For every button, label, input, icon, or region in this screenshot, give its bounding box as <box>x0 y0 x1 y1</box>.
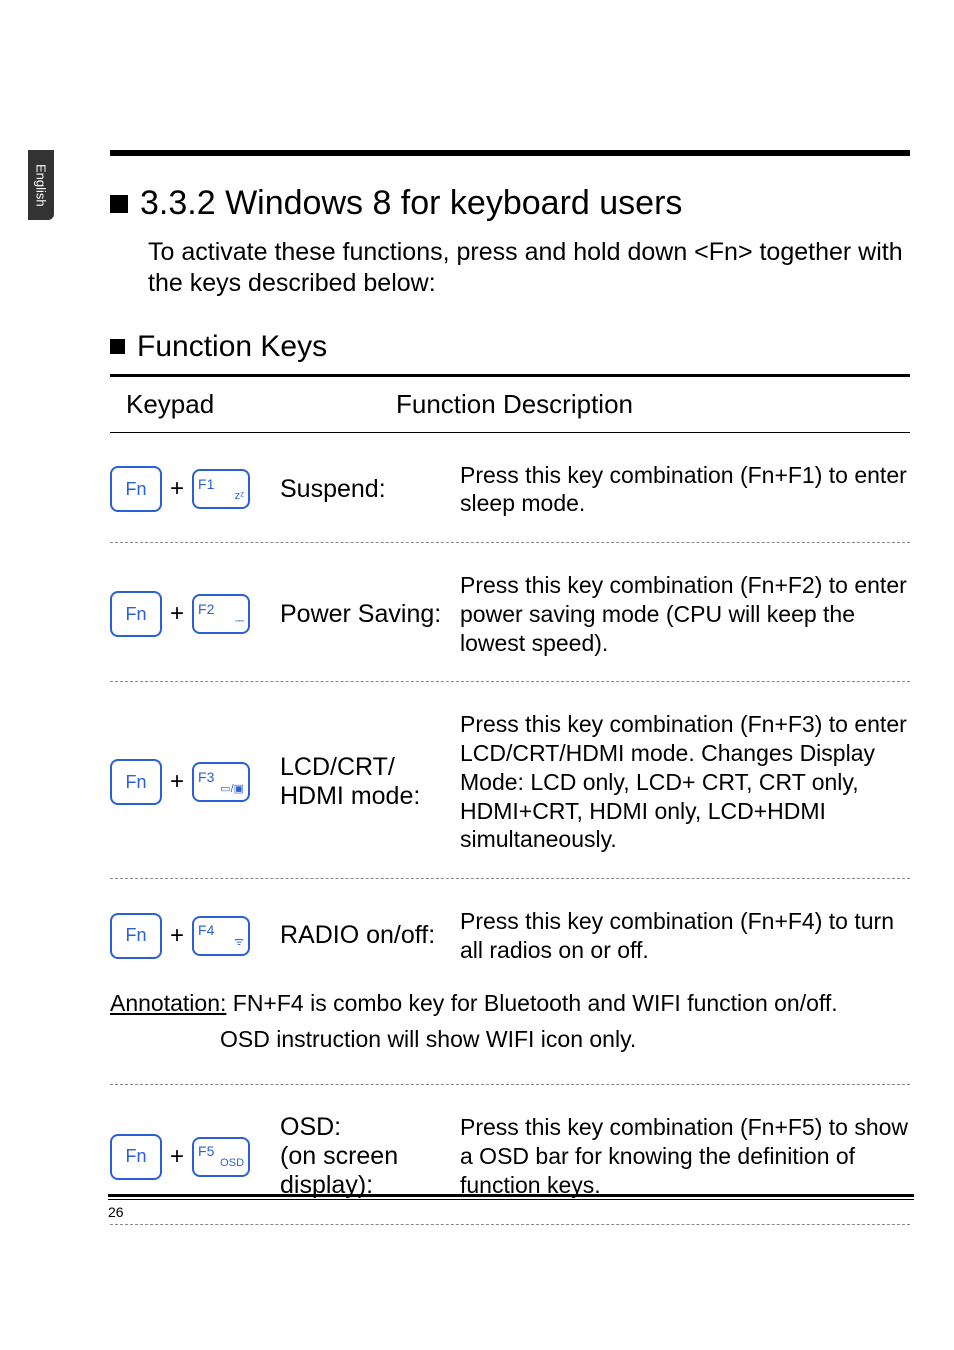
function-desc: Press this key combination (Fn+F5) to sh… <box>460 1113 910 1199</box>
plus-icon: + <box>170 1143 184 1171</box>
key-label-top: F4 <box>198 923 214 937</box>
table-row: Fn + F2 ⎓ Power Saving: Press this key c… <box>110 543 910 682</box>
footer-rule-icon <box>108 1194 914 1197</box>
annotation-block: Annotation: FN+F4 is combo key for Bluet… <box>110 975 910 1086</box>
key-label-top: F1 <box>198 477 214 491</box>
function-name: Power Saving: <box>280 600 460 629</box>
fn-key-icon: Fn <box>110 759 162 805</box>
table-header-row: Keypad Function Description <box>110 374 910 433</box>
table-row: Fn + F1 zᶻ Suspend: Press this key combi… <box>110 433 910 544</box>
function-name: RADIO on/off: <box>280 921 460 950</box>
annotation-line1: FN+F4 is combo key for Bluetooth and WIF… <box>233 990 838 1016</box>
table-row: Fn + F4 ᯤ RADIO on/off: Press this key c… <box>110 879 910 975</box>
function-name: OSD: (on screen display): <box>280 1113 460 1200</box>
f2-key-icon: F2 ⎓ <box>192 594 250 634</box>
section-title: Windows 8 for keyboard users <box>225 184 682 222</box>
function-desc: Press this key combination (Fn+F1) to en… <box>460 461 910 519</box>
plus-icon: + <box>170 768 184 796</box>
function-desc: Press this key combination (Fn+F4) to tu… <box>460 907 910 965</box>
top-rule <box>110 150 910 156</box>
col-header-keypad: Keypad <box>116 389 396 420</box>
annotation-line2: OSD instruction will show WIFI icon only… <box>220 1021 910 1058</box>
fn-key-icon: Fn <box>110 1134 162 1180</box>
intro-text: To activate these functions, press and h… <box>148 237 910 300</box>
keypad-cell: Fn + F4 ᯤ <box>110 913 280 959</box>
keypad-cell: Fn + F3 ▭/▣ <box>110 759 280 805</box>
page-number: 26 <box>108 1204 914 1220</box>
sub-heading: Function Keys <box>110 330 910 364</box>
fn-key-icon: Fn <box>110 913 162 959</box>
sub-title: Function Keys <box>137 330 327 364</box>
plus-icon: + <box>170 922 184 950</box>
fn-key-icon: Fn <box>110 466 162 512</box>
main-content: 3.3.2 Windows 8 for keyboard users To ac… <box>110 150 910 1225</box>
footer-rule-icon <box>108 1199 914 1200</box>
plus-icon: + <box>170 600 184 628</box>
keypad-cell: Fn + F2 ⎓ <box>110 591 280 637</box>
f5-key-icon: F5 OSD <box>192 1137 250 1177</box>
function-desc: Press this key combination (Fn+F2) to en… <box>460 571 910 657</box>
footer: 26 <box>108 1194 914 1220</box>
f3-key-icon: F3 ▭/▣ <box>192 762 250 802</box>
f1-key-icon: F1 zᶻ <box>192 469 250 509</box>
section-number: 3.3.2 <box>140 184 216 222</box>
key-label-bot: ᯤ <box>234 937 244 948</box>
f4-key-icon: F4 ᯤ <box>192 916 250 956</box>
key-label-bot: OSD <box>220 1158 244 1169</box>
keypad-cell: Fn + F5 OSD <box>110 1134 280 1180</box>
fn-key-icon: Fn <box>110 591 162 637</box>
col-header-desc: Function Description <box>396 389 633 420</box>
key-label-bot: ⎓ <box>235 616 244 627</box>
plus-icon: + <box>170 475 184 503</box>
function-name: LCD/CRT/ HDMI mode: <box>280 753 460 811</box>
table-row: Fn + F3 ▭/▣ LCD/CRT/ HDMI mode: Press th… <box>110 682 910 879</box>
function-desc: Press this key combination (Fn+F3) to en… <box>460 710 910 854</box>
bullet-icon <box>110 339 125 354</box>
key-label-top: F3 <box>198 770 214 784</box>
language-tab: English <box>28 150 54 220</box>
annotation-label: Annotation: <box>110 990 226 1016</box>
key-label-top: F2 <box>198 602 214 616</box>
keypad-cell: Fn + F1 zᶻ <box>110 466 280 512</box>
section-heading: 3.3.2 Windows 8 for keyboard users <box>110 184 910 223</box>
key-label-bot: zᶻ <box>235 491 244 502</box>
function-name: Suspend: <box>280 475 460 504</box>
bullet-icon <box>110 195 128 213</box>
key-label-top: F5 <box>198 1144 214 1158</box>
key-label-bot: ▭/▣ <box>220 784 244 795</box>
